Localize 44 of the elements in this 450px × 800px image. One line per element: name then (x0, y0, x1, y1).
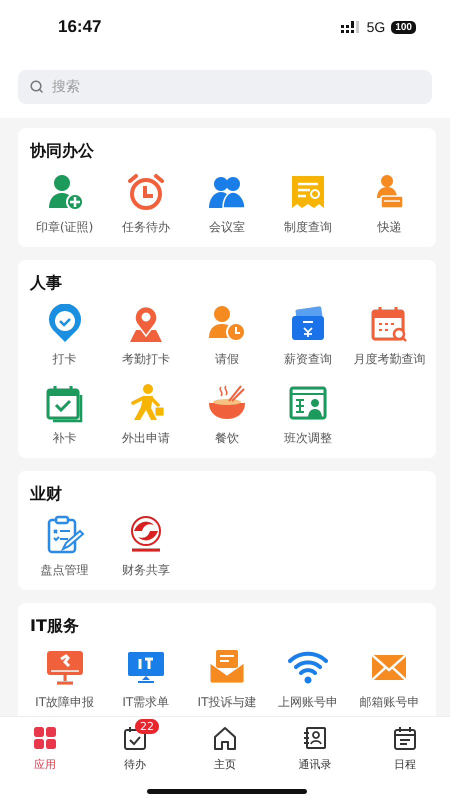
section-title: 人事 (28, 272, 63, 294)
signal-icon (340, 21, 361, 33)
app-label[interactable]: 打卡 (28, 350, 102, 369)
app-label[interactable]: 上网账号申 (271, 693, 346, 712)
app-label[interactable]: 班次调整 (271, 429, 346, 448)
section-title: 业财 (29, 483, 63, 505)
app-label[interactable]: 财务共享 (108, 561, 183, 580)
tab-item[interactable]: 主页 (180, 717, 270, 772)
calendar-check-icon[interactable] (44, 383, 85, 423)
home-icon (212, 725, 238, 751)
app-label[interactable]: 邮箱账号申 (352, 693, 426, 712)
calendar-search-icon[interactable] (369, 304, 410, 344)
clock-time: 16:47 (58, 17, 102, 37)
section-title: 协同办公 (29, 140, 95, 162)
app-label[interactable]: 任务待办 (108, 218, 183, 237)
tab-item[interactable]: 应用 (0, 717, 90, 772)
search-icon (30, 80, 44, 94)
app-label[interactable]: IT投诉与建 (190, 693, 264, 712)
app-label[interactable]: 请假 (190, 350, 264, 369)
count-badge: 22 (135, 719, 159, 734)
tab-item[interactable]: 日程 (360, 717, 450, 772)
app-label[interactable]: IT需求单 (108, 693, 183, 712)
app-label[interactable]: IT故障申报 (28, 693, 102, 712)
app-label[interactable]: 考勤打卡 (108, 350, 183, 369)
app-label[interactable]: 外出申请 (108, 429, 183, 448)
tab-item[interactable]: 通讯录 (270, 717, 360, 772)
app-label[interactable]: 快递 (352, 218, 426, 237)
grid-icon (32, 725, 58, 751)
calendar-icon (392, 725, 418, 751)
app-label[interactable]: 会议室 (190, 218, 264, 237)
alarm-clock-icon[interactable] (126, 172, 166, 212)
contacts-icon (302, 725, 328, 751)
app-label[interactable]: 餐饮 (190, 429, 264, 448)
app-label[interactable]: 薪资查询 (271, 350, 346, 369)
section-title: IT服务 (29, 615, 80, 637)
tab-item[interactable]: 22 待办 (90, 717, 180, 772)
app-label[interactable]: 月度考勤查询 (352, 350, 426, 369)
app-label[interactable]: 印章(证照) (28, 218, 102, 237)
network-type: 5G (366, 19, 386, 35)
search-field[interactable]: 搜索 (18, 70, 432, 104)
app-label[interactable]: 制度查询 (271, 218, 346, 237)
battery-level: 100 (391, 20, 416, 34)
app-label[interactable]: 盘点管理 (28, 561, 102, 580)
app-label[interactable]: 补卡 (28, 429, 102, 448)
